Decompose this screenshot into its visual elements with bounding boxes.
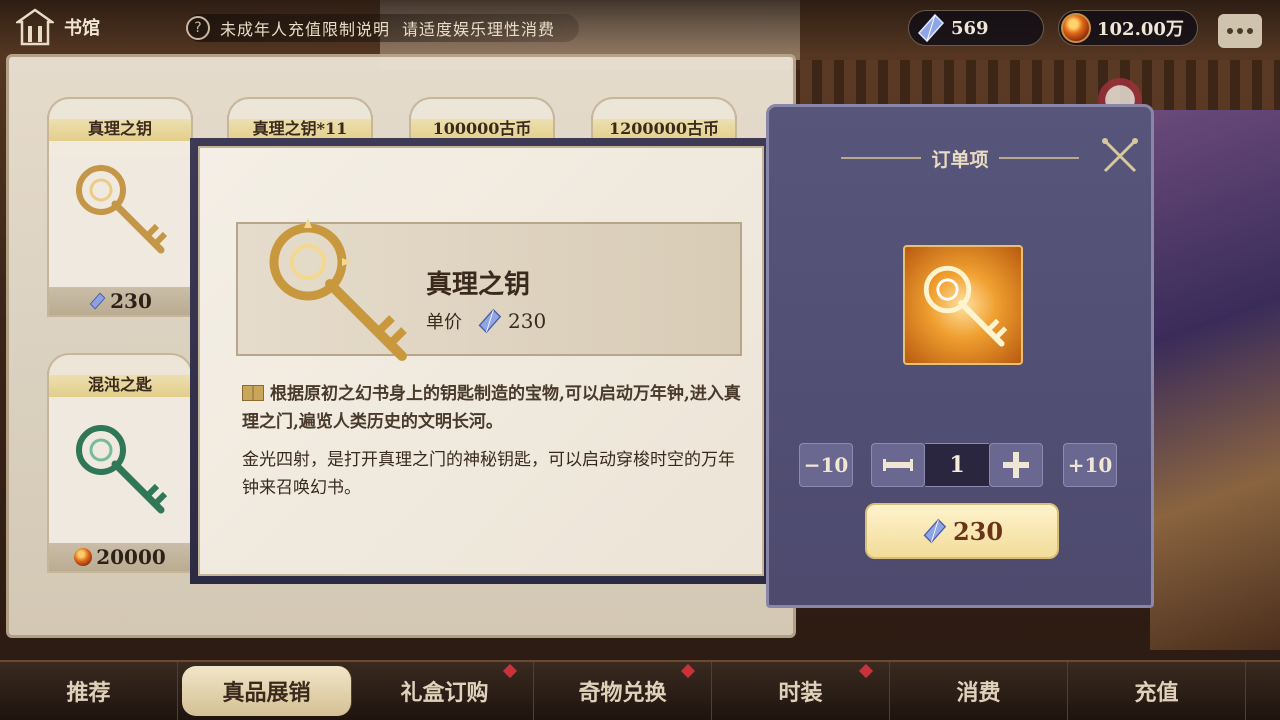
order-title: 订单项 (931, 149, 989, 171)
card-price: 230 (49, 287, 191, 315)
card-price-value: 20000 (96, 545, 166, 569)
crystal-icon (923, 518, 947, 544)
question-icon[interactable]: ? (186, 16, 210, 40)
nav-tab-showcase[interactable]: 真品展销 (182, 666, 352, 716)
notice-right-text: 请适度娱乐理性消费 (402, 20, 556, 39)
lore-text: 根据原初之幻书身上的钥匙制造的宝物,可以启动万年钟,进入真理之门,遍览人类历史的… (242, 384, 741, 432)
minus-icon (883, 459, 913, 471)
nav-tab-consume[interactable]: 消费 (890, 662, 1068, 720)
unit-price-value: 230 (508, 309, 547, 333)
increment-button[interactable] (989, 443, 1043, 487)
background-character (1150, 110, 1280, 650)
top-bar: 书馆 ? 未成年人充值限制说明 请适度娱乐理性消费 569 102.00万 (0, 0, 1280, 56)
nav-tab-label: 奇物兑换 (578, 680, 667, 706)
card-cap (227, 97, 373, 119)
nav-tab-label: 充值 (1134, 680, 1179, 706)
nav-tab-label: 真品展销 (222, 680, 311, 706)
detail-description-lore: 根据原初之幻书身上的钥匙制造的宝物,可以启动万年钟,进入真理之门,遍览人类历史的… (242, 380, 742, 436)
nav-tab-exchange[interactable]: 奇物兑换 (534, 662, 712, 720)
plus-icon (1003, 452, 1029, 478)
crystal-icon (917, 13, 945, 43)
detail-description-summary: 金光四射，是打开真理之门的神秘钥匙，可以启动穿梭时空的万年钟来召唤幻书。 (242, 450, 735, 498)
shop-card-chaos-key[interactable]: 混沌之匙 20000 (47, 353, 193, 573)
card-price-value: 230 (110, 289, 152, 313)
crystal-amount: 569 (951, 17, 989, 39)
golden-key-icon (76, 165, 168, 254)
nav-tab-label: 时装 (778, 680, 823, 706)
golden-key-icon (923, 265, 1008, 347)
coin-icon (74, 548, 93, 566)
decrement-button[interactable] (871, 443, 925, 487)
card-cap (409, 97, 555, 119)
detail-unit-price: 单价 230 (426, 306, 546, 336)
coin-amount: 102.00万 (1097, 19, 1184, 40)
new-badge-icon (858, 663, 874, 679)
card-name: 真理之钥 (49, 117, 191, 141)
quantity-value[interactable]: 1 (925, 443, 989, 487)
book-icon (242, 385, 264, 401)
nav-tab-label: 消费 (956, 680, 1001, 706)
home-button[interactable] (14, 8, 56, 48)
card-cap (47, 353, 193, 375)
library-home-icon (14, 8, 56, 46)
bottom-navigation: 推荐 真品展销 礼盒订购 奇物兑换 时装 消费 充值 (0, 660, 1280, 720)
nav-tab-fashion[interactable]: 时装 (712, 662, 890, 720)
plus-ten-button[interactable]: +10 (1063, 443, 1117, 487)
order-panel: 订单项 −10 1 +10 230 (766, 104, 1154, 608)
jade-key-icon (76, 425, 168, 514)
chat-dot-icon (1227, 28, 1233, 34)
nav-tab-recommend[interactable]: 推荐 (0, 662, 178, 720)
page-title: 书馆 (64, 18, 100, 39)
nav-tab-gift-box[interactable]: 礼盒订购 (356, 662, 534, 720)
nav-tab-recharge[interactable]: 充值 (1068, 662, 1246, 720)
close-icon (1102, 138, 1138, 173)
crystal-icon (89, 292, 106, 310)
coin-icon (1061, 13, 1091, 43)
item-detail-popup: 真理之钥 单价 230 根据原初之幻书身上的钥匙制造的宝物,可以启动万年钟,进入… (190, 138, 772, 584)
crystal-currency[interactable]: 569 (908, 10, 1044, 46)
purchase-total: 230 (952, 516, 1004, 546)
card-image (49, 141, 191, 287)
notice-left-text: 未成年人充值限制说明 (220, 20, 391, 39)
close-button[interactable] (1099, 135, 1141, 177)
minus-ten-button[interactable]: −10 (799, 443, 853, 487)
new-badge-icon (680, 663, 696, 679)
card-image (49, 397, 191, 543)
chat-dot-icon (1237, 28, 1243, 34)
coin-currency[interactable]: 102.00万 (1058, 10, 1198, 46)
detail-card: 真理之钥 单价 230 根据原初之幻书身上的钥匙制造的宝物,可以启动万年钟,进入… (198, 146, 764, 576)
order-item-image (903, 245, 1023, 365)
nav-tab-label: 礼盒订购 (400, 680, 489, 706)
card-name: 混沌之匙 (49, 373, 191, 397)
quantity-stepper: −10 1 +10 (799, 443, 1129, 487)
nav-tab-label: 推荐 (66, 680, 111, 706)
card-cap (47, 97, 193, 119)
detail-item-name: 真理之钥 (426, 270, 531, 300)
card-price: 20000 (49, 543, 191, 571)
golden-key-icon (269, 218, 407, 361)
chat-button[interactable] (1218, 14, 1262, 48)
crystal-icon (478, 308, 502, 334)
unit-price-label: 单价 (426, 312, 462, 333)
minor-notice-banner[interactable]: ? 未成年人充值限制说明 请适度娱乐理性消费 (186, 14, 580, 42)
card-cap (591, 97, 737, 119)
new-badge-icon (502, 663, 518, 679)
chat-dot-icon (1247, 28, 1253, 34)
shop-card-truth-key[interactable]: 真理之钥 230 (47, 97, 193, 317)
purchase-button[interactable]: 230 (865, 503, 1059, 559)
